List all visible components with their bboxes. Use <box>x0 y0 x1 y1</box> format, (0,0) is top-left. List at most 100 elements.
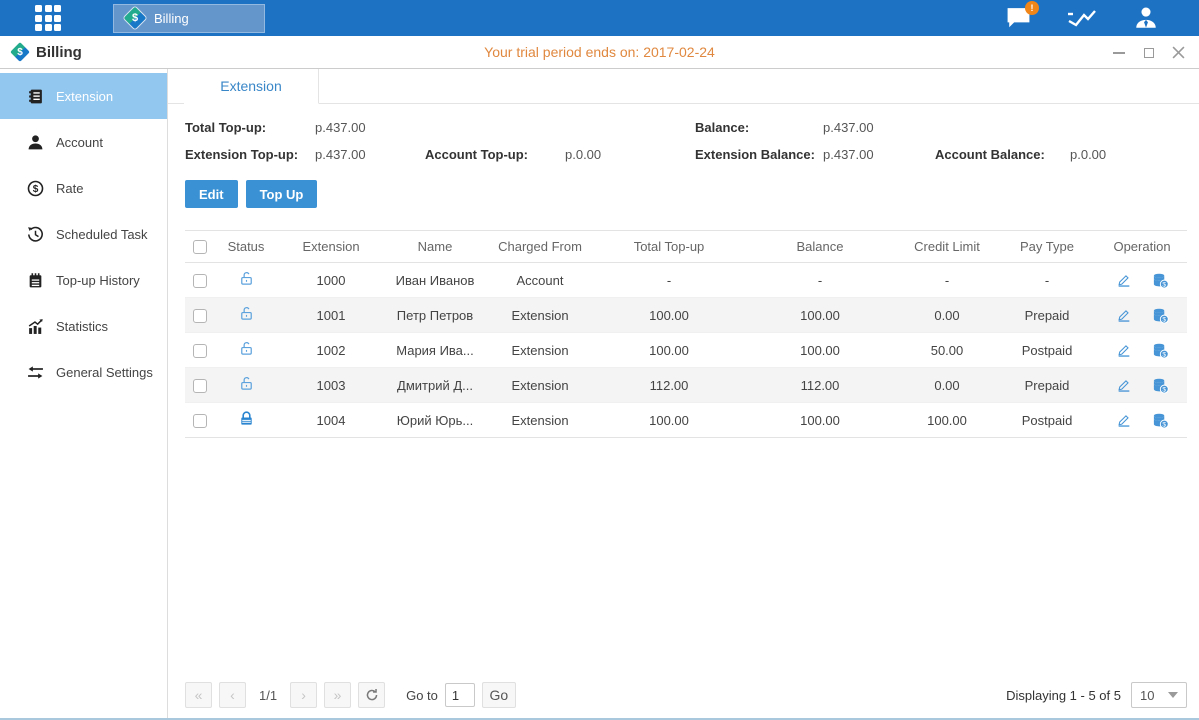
col-pay-type: Pay Type <box>997 231 1097 263</box>
extension-topup-value: p.437.00 <box>315 147 425 162</box>
close-icon[interactable] <box>1172 46 1185 59</box>
lock-status-icon <box>238 410 255 427</box>
top-up-row-icon[interactable]: $ <box>1152 307 1169 324</box>
extension-balance-label: Extension Balance: <box>695 147 823 162</box>
topup-history-icon <box>27 272 44 289</box>
minimize-icon[interactable] <box>1112 46 1125 59</box>
col-charged-from: Charged From <box>485 231 595 263</box>
top-up-row-icon[interactable]: $ <box>1152 342 1169 359</box>
sidebar-label: Extension <box>56 89 113 104</box>
scheduled-task-icon <box>27 226 44 243</box>
cell-balance: 100.00 <box>743 333 897 368</box>
account-topup-value: p.0.00 <box>565 147 695 162</box>
cell-name: Дмитрий Д... <box>385 368 485 403</box>
account-balance-label: Account Balance: <box>935 147 1070 162</box>
cell-pay-type: Prepaid <box>997 298 1097 333</box>
col-extension: Extension <box>277 231 385 263</box>
user-account-icon[interactable] <box>1131 5 1161 31</box>
sidebar-item-scheduled-task[interactable]: Scheduled Task <box>0 211 167 257</box>
cell-credit-limit: 0.00 <box>897 368 997 403</box>
maximize-icon[interactable] <box>1142 46 1155 59</box>
sidebar-item-extension[interactable]: Extension <box>0 73 167 119</box>
col-name: Name <box>385 231 485 263</box>
top-up-row-icon[interactable]: $ <box>1152 377 1169 394</box>
apps-grid-icon[interactable] <box>35 5 69 31</box>
cell-credit-limit: - <box>897 263 997 298</box>
cell-charged-from: Account <box>485 263 595 298</box>
monitor-chart-icon[interactable] <box>1067 5 1097 31</box>
svg-text:$: $ <box>1162 316 1166 323</box>
account-topup-label: Account Top-up: <box>425 147 565 162</box>
cell-extension: 1000 <box>277 263 385 298</box>
window-titlebar: $ Billing Your trial period ends on: 201… <box>0 36 1199 69</box>
cell-credit-limit: 0.00 <box>897 298 997 333</box>
next-page-button[interactable]: › <box>290 682 317 708</box>
top-up-button[interactable]: Top Up <box>246 180 318 208</box>
lock-status-icon <box>238 375 255 392</box>
sidebar-item-account[interactable]: Account <box>0 119 167 165</box>
extension-topup-label: Extension Top-up: <box>185 147 315 162</box>
row-checkbox[interactable] <box>193 344 207 358</box>
prev-page-button[interactable]: ‹ <box>219 682 246 708</box>
cell-charged-from: Extension <box>485 333 595 368</box>
chevron-down-icon <box>1168 692 1178 698</box>
sidebar-item-rate[interactable]: $ Rate <box>0 165 167 211</box>
tab-strip: Extension <box>168 69 1199 104</box>
col-status: Status <box>215 231 277 263</box>
row-checkbox[interactable] <box>193 379 207 393</box>
general-settings-icon <box>27 364 44 381</box>
edit-row-icon[interactable] <box>1116 412 1132 428</box>
billing-summary: Total Top-up: p.437.00 Balance: p.437.00… <box>185 120 1187 162</box>
last-page-button[interactable]: » <box>324 682 351 708</box>
sidebar-item-general-settings[interactable]: General Settings <box>0 349 167 395</box>
cell-total-topup: 100.00 <box>595 298 743 333</box>
edit-row-icon[interactable] <box>1116 377 1132 393</box>
balance-label: Balance: <box>695 120 823 135</box>
cell-pay-type: Postpaid <box>997 403 1097 438</box>
select-all-checkbox[interactable] <box>193 240 207 254</box>
col-total-topup: Total Top-up <box>595 231 743 263</box>
cell-credit-limit: 100.00 <box>897 403 997 438</box>
first-page-button[interactable]: « <box>185 682 212 708</box>
edit-row-icon[interactable] <box>1116 342 1132 358</box>
tab-extension[interactable]: Extension <box>184 69 319 104</box>
desktop-screen: $ Billing ! $ Billing Your trial period … <box>0 0 1199 720</box>
taskbar-billing-label: Billing <box>154 11 189 26</box>
cell-charged-from: Extension <box>485 403 595 438</box>
sidebar-label: General Settings <box>56 365 153 380</box>
row-checkbox[interactable] <box>193 414 207 428</box>
table-row: 1003 Дмитрий Д... Extension 112.00 112.0… <box>185 368 1187 403</box>
goto-label: Go to <box>406 688 438 703</box>
edit-row-icon[interactable] <box>1116 272 1132 288</box>
table-header-row: Status Extension Name Charged From Total… <box>185 231 1187 263</box>
sidebar-label: Rate <box>56 181 83 196</box>
trial-notice: Your trial period ends on: 2017-02-24 <box>0 44 1199 60</box>
extensions-table: Status Extension Name Charged From Total… <box>185 230 1187 438</box>
sidebar-item-statistics[interactable]: Statistics <box>0 303 167 349</box>
row-checkbox[interactable] <box>193 274 207 288</box>
sidebar-label: Scheduled Task <box>56 227 148 242</box>
row-checkbox[interactable] <box>193 309 207 323</box>
refresh-button[interactable] <box>358 682 385 708</box>
messages-icon[interactable]: ! <box>1003 5 1033 31</box>
sidebar-item-topup-history[interactable]: Top-up History <box>0 257 167 303</box>
table-row: 1000 Иван Иванов Account - - - - $ <box>185 263 1187 298</box>
cell-balance: - <box>743 263 897 298</box>
account-balance-value: p.0.00 <box>1070 147 1187 162</box>
col-credit-limit: Credit Limit <box>897 231 997 263</box>
edit-row-icon[interactable] <box>1116 307 1132 323</box>
cell-name: Иван Иванов <box>385 263 485 298</box>
cell-balance: 112.00 <box>743 368 897 403</box>
taskbar-billing-button[interactable]: $ Billing <box>113 4 265 33</box>
cell-pay-type: Postpaid <box>997 333 1097 368</box>
go-button[interactable]: Go <box>482 682 516 708</box>
cell-credit-limit: 50.00 <box>897 333 997 368</box>
cell-name: Юрий Юрь... <box>385 403 485 438</box>
edit-button[interactable]: Edit <box>185 180 238 208</box>
cell-balance: 100.00 <box>743 403 897 438</box>
balance-value: p.437.00 <box>823 120 935 135</box>
page-size-select[interactable]: 10 <box>1131 682 1187 708</box>
top-up-row-icon[interactable]: $ <box>1152 272 1169 289</box>
goto-page-input[interactable] <box>445 683 475 707</box>
top-up-row-icon[interactable]: $ <box>1152 412 1169 429</box>
